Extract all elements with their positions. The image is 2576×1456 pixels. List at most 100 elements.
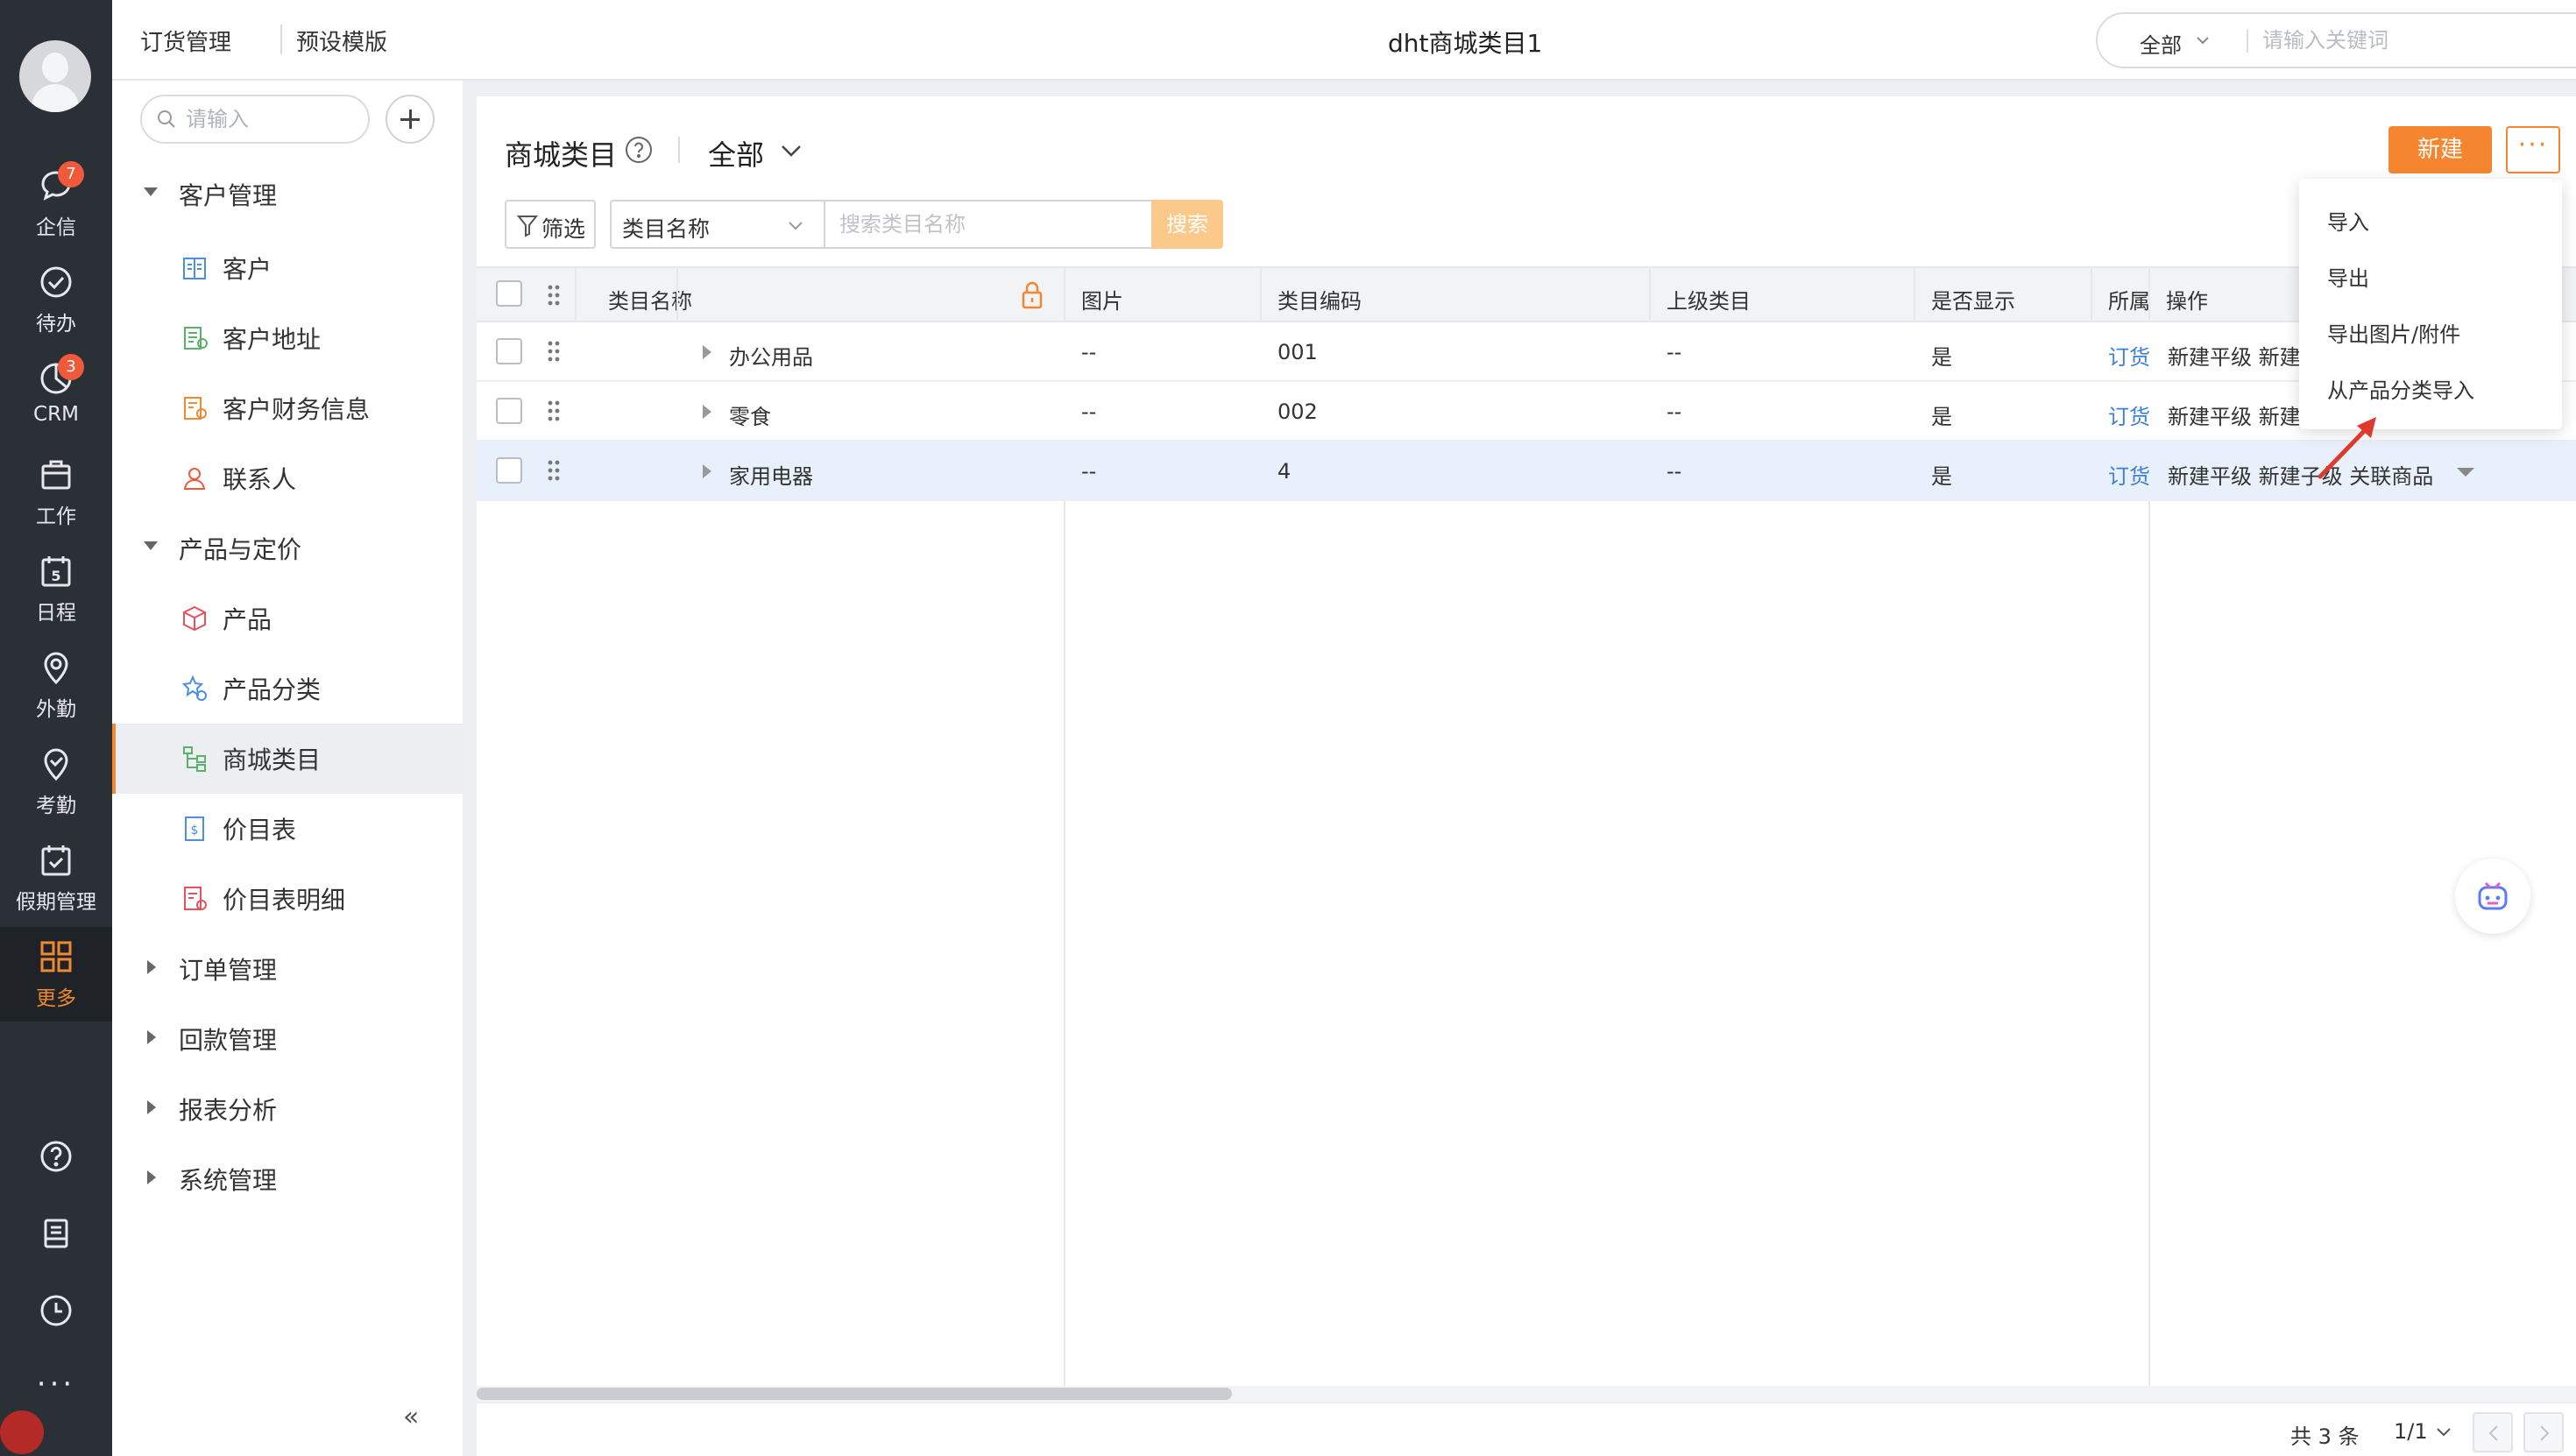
- chevron-down-icon[interactable]: [780, 142, 803, 159]
- column-header-belong[interactable]: 所属: [2108, 284, 2150, 315]
- todo-check-icon: [40, 266, 72, 298]
- nav-item-label: 客户: [223, 255, 272, 284]
- search-scope-select[interactable]: 全部: [2140, 28, 2182, 59]
- cell-image: --: [1081, 340, 1097, 364]
- rail-label: 工作: [36, 505, 76, 528]
- nav-item-price-list[interactable]: $ 价目表: [112, 794, 463, 864]
- user-avatar[interactable]: [19, 40, 91, 112]
- column-header-code[interactable]: 类目编码: [1277, 284, 1362, 315]
- column-divider: [1260, 266, 1262, 322]
- column-divider: [575, 266, 577, 322]
- row-checkbox[interactable]: [496, 398, 522, 424]
- row-checkbox[interactable]: [496, 457, 522, 484]
- notes-button[interactable]: [0, 1207, 112, 1260]
- svg-text:5: 5: [51, 568, 60, 584]
- cell-actions[interactable]: 新建平级 新建: [2168, 340, 2301, 371]
- search-button[interactable]: 搜索: [1151, 200, 1223, 249]
- drag-handle-icon[interactable]: [547, 459, 561, 482]
- rail-item-chat[interactable]: 7 企信: [0, 156, 112, 251]
- expand-caret-icon[interactable]: [703, 405, 711, 419]
- caret-right-icon: [147, 1170, 156, 1184]
- page-select[interactable]: 1/1: [2394, 1419, 2428, 1444]
- rail-item-schedule[interactable]: 5 日程: [0, 541, 112, 636]
- history-button[interactable]: [0, 1284, 112, 1337]
- search-icon: [158, 110, 175, 128]
- more-actions-button[interactable]: ···: [2506, 126, 2560, 173]
- horizontal-scrollbar[interactable]: [477, 1386, 2576, 1402]
- column-header-actions[interactable]: 操作: [2166, 284, 2208, 315]
- nav-search-input[interactable]: [186, 107, 352, 131]
- assistant-button[interactable]: [2455, 859, 2530, 934]
- nav-item-product[interactable]: 产品: [112, 583, 463, 654]
- menu-item-import-from-product-category[interactable]: 从产品分类导入: [2327, 373, 2474, 404]
- lock-icon[interactable]: [1020, 280, 1044, 310]
- nav-item-customer-address[interactable]: 客户地址: [112, 303, 463, 373]
- nav-item-customer[interactable]: 客户: [112, 233, 463, 303]
- table-row[interactable]: 办公用品 -- 001 -- 是 订货 新建平级 新建: [477, 322, 2576, 382]
- column-header-visible[interactable]: 是否显示: [1931, 284, 2015, 315]
- select-all-checkbox[interactable]: [496, 280, 522, 307]
- chevron-left-icon: [2488, 1425, 2498, 1441]
- new-button[interactable]: 新建: [2388, 126, 2492, 173]
- column-header-image[interactable]: 图片: [1081, 284, 1123, 315]
- caret-right-icon: [147, 1100, 156, 1114]
- add-menu-button[interactable]: [386, 95, 435, 144]
- rail-item-crm[interactable]: 3 CRM: [0, 349, 112, 443]
- chevron-down-icon[interactable]: [2436, 1426, 2452, 1438]
- column-header-parent[interactable]: 上级类目: [1667, 284, 1751, 315]
- row-checkbox[interactable]: [496, 338, 522, 364]
- nav-group-payment[interactable]: 回款管理: [112, 1004, 463, 1074]
- rail-item-leave[interactable]: 假期管理: [0, 830, 112, 925]
- menu-item-export[interactable]: 导出: [2327, 261, 2369, 292]
- filter-button[interactable]: 筛选: [505, 200, 596, 249]
- cell-actions[interactable]: 新建平级 新建: [2168, 399, 2301, 430]
- rail-item-more[interactable]: 更多: [0, 927, 112, 1021]
- cell-belong-link[interactable]: 订货: [2108, 399, 2150, 430]
- help-button[interactable]: [0, 1130, 112, 1183]
- rail-item-attendance[interactable]: 考勤: [0, 734, 112, 829]
- customer-card-icon: [183, 258, 206, 279]
- price-list-icon: $: [185, 816, 204, 841]
- nav-item-customer-finance[interactable]: 客户财务信息: [112, 373, 463, 443]
- nav-item-contact[interactable]: 联系人: [112, 443, 463, 513]
- prev-page-button[interactable]: [2473, 1412, 2513, 1452]
- topbar-link-order-management[interactable]: 订货管理: [140, 25, 231, 57]
- topbar-link-preset-template[interactable]: 预设模版: [296, 25, 387, 57]
- caret-down-icon: [144, 541, 158, 550]
- expand-caret-icon[interactable]: [703, 345, 711, 359]
- nav-item-price-list-detail[interactable]: 价目表明细: [112, 864, 463, 934]
- rail-item-todo[interactable]: 待办: [0, 252, 112, 347]
- category-search-input[interactable]: [824, 200, 1151, 249]
- nav-group-product-pricing[interactable]: 产品与定价: [112, 513, 463, 583]
- drag-handle-icon[interactable]: [547, 340, 561, 363]
- nav-group-customer[interactable]: 客户管理: [112, 159, 463, 230]
- nav-group-report[interactable]: 报表分析: [112, 1074, 463, 1144]
- table-row[interactable]: 家用电器 -- 4 -- 是 订货 新建平级 新建子级 关联商品: [477, 442, 2576, 501]
- table-row[interactable]: 零食 -- 002 -- 是 订货 新建平级 新建: [477, 382, 2576, 442]
- chevron-down-icon[interactable]: [2196, 33, 2210, 47]
- nav-group-order[interactable]: 订单管理: [112, 934, 463, 1004]
- menu-item-import[interactable]: 导入: [2327, 205, 2369, 236]
- help-circle-icon[interactable]: [624, 135, 654, 165]
- rail-more-dots[interactable]: ···: [0, 1367, 112, 1402]
- column-header-name[interactable]: 类目名称: [608, 284, 692, 315]
- nav-item-product-category[interactable]: 产品分类: [112, 654, 463, 724]
- cell-actions[interactable]: 新建平级 新建子级 关联商品: [2168, 459, 2433, 490]
- cell-belong-link[interactable]: 订货: [2108, 459, 2150, 490]
- rail-item-work[interactable]: 工作: [0, 445, 112, 540]
- global-search-input[interactable]: [2262, 26, 2576, 54]
- rail-item-field[interactable]: 外勤: [0, 638, 112, 732]
- actions-dropdown-caret-icon[interactable]: [2457, 468, 2474, 477]
- nav-group-system[interactable]: 系统管理: [112, 1144, 463, 1214]
- menu-item-export-attachments[interactable]: 导出图片/附件: [2327, 317, 2460, 348]
- cell-belong-link[interactable]: 订货: [2108, 340, 2150, 371]
- next-page-button[interactable]: [2523, 1412, 2564, 1452]
- expand-caret-icon[interactable]: [703, 464, 711, 478]
- view-select[interactable]: 全部: [708, 133, 764, 173]
- scrollbar-thumb[interactable]: [477, 1388, 1232, 1400]
- collapse-sidebar-icon[interactable]: «: [403, 1402, 438, 1437]
- status-dot: [0, 1410, 44, 1454]
- nav-item-mall-category[interactable]: 商城类目: [112, 724, 463, 794]
- search-field-select[interactable]: 类目名称: [610, 200, 824, 249]
- drag-handle-icon[interactable]: [547, 399, 561, 422]
